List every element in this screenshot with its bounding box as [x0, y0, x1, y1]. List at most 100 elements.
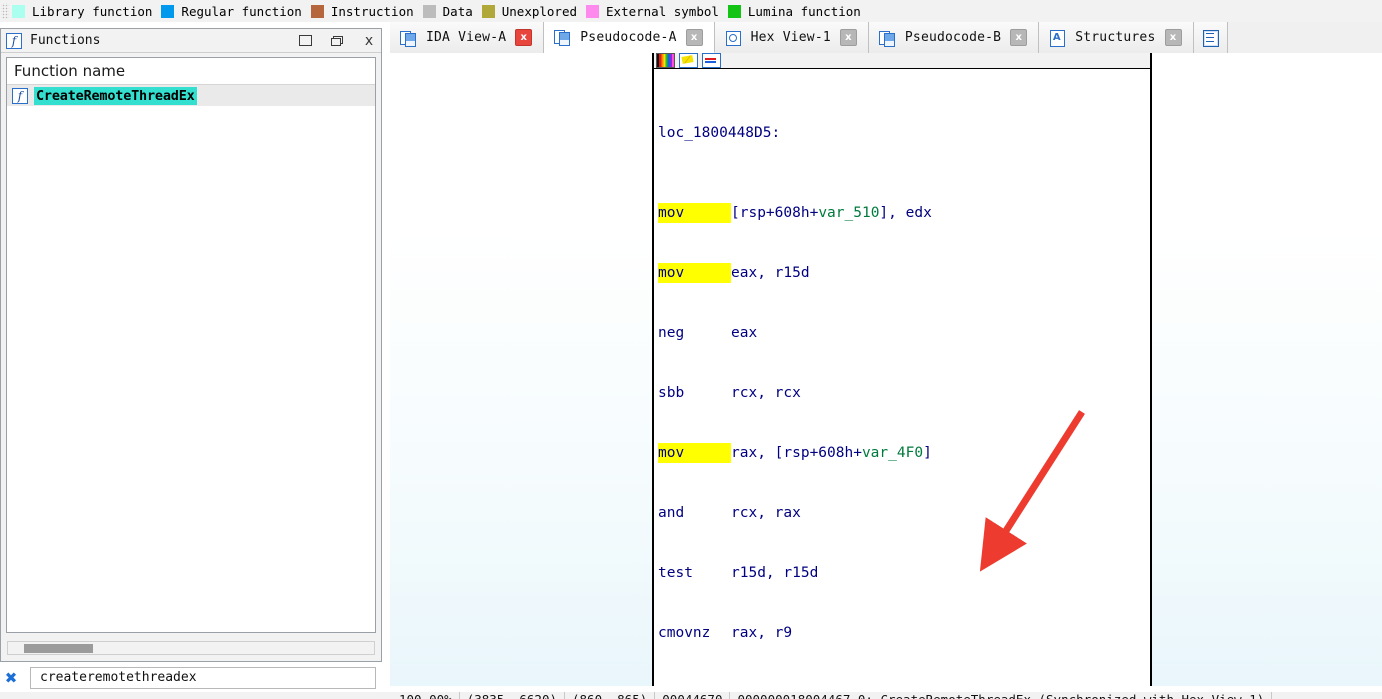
legend-item-library-function: Library function: [12, 4, 152, 19]
tab-label: IDA View-A: [426, 30, 507, 45]
status-bar: 100.00% (3835, 6620) (860, 865) 00044670…: [0, 692, 1382, 699]
legend-item-external-symbol: External symbol: [586, 4, 719, 19]
function-name-cell: CreateRemoteThreadEx: [34, 86, 197, 105]
tab-pseudocode-a[interactable]: Pseudocode-A x: [544, 22, 715, 53]
mnemonic: sbb: [658, 385, 685, 401]
legend-label: Unexplored: [501, 3, 578, 19]
code-line: mov eax, r15d: [658, 263, 1150, 283]
status-cell: 000000018004467 0: CreateRemoteThreadEx …: [730, 692, 1273, 699]
code-line: neg eax: [658, 323, 1150, 343]
code-line-label: loc_1800448D5:: [658, 123, 1150, 143]
tab-close-button[interactable]: x: [1010, 29, 1028, 46]
tab-enums-partial[interactable]: [1193, 22, 1228, 53]
mnemonic: mov: [658, 263, 731, 283]
status-cell: (3835, 6620): [460, 692, 565, 699]
legend-swatch: [12, 4, 25, 18]
disassembly-code[interactable]: loc_1800448D5: mov [rsp+608h+var_510], ed…: [654, 69, 1150, 686]
tab-structures[interactable]: Structures x: [1039, 22, 1194, 53]
functions-list[interactable]: Function name CreateRemoteThreadEx: [6, 57, 376, 633]
functions-panel-title: Functions: [30, 33, 101, 48]
document-icon: [400, 30, 417, 47]
code-line: mov [rsp+608h+var_510], edx: [658, 203, 932, 223]
mnemonic: mov: [658, 203, 731, 223]
legend-swatch: [310, 4, 324, 18]
document-icon: [554, 29, 571, 46]
mnemonic: and: [658, 505, 685, 521]
legend-swatch: [161, 4, 175, 18]
scrollbar-thumb[interactable]: [24, 644, 93, 653]
code-line: cmovnz rax, r9: [658, 623, 1150, 643]
tab-close-button[interactable]: x: [515, 29, 533, 46]
functions-list-horizontal-scrollbar[interactable]: [7, 641, 375, 655]
legend-label: Library function: [32, 3, 153, 19]
mnemonic: cmovnz: [658, 625, 711, 641]
tab-label: Hex View-1: [750, 30, 831, 45]
function-icon: [12, 87, 28, 104]
tab-ida-view-a[interactable]: IDA View-A x: [390, 22, 545, 53]
functions-panel-titlebar: Functions x: [1, 29, 381, 53]
code-line: sbb rcx, rcx: [658, 383, 1150, 403]
location-label: loc_1800448D5:: [658, 125, 781, 141]
operands: eax, r15d: [731, 265, 810, 281]
operands: rcx, rax: [731, 505, 801, 521]
legend-item-unexplored: Unexplored: [481, 3, 578, 19]
code-view-toolbar: [654, 53, 1150, 69]
tab-label: Pseudocode-A: [580, 29, 677, 45]
table-row[interactable]: CreateRemoteThreadEx: [7, 85, 375, 106]
graph-view-icon[interactable]: [702, 53, 721, 68]
tab-label: Pseudocode-B: [904, 30, 1002, 45]
operands: rax, r9: [731, 625, 793, 641]
color-bar-icon[interactable]: [656, 53, 675, 68]
toolbar-drag-handle[interactable]: [1, 3, 9, 19]
enums-icon: [1202, 29, 1219, 47]
status-cell: (860, 865): [565, 692, 656, 699]
tab-hex-view-1[interactable]: Hex View-1 x: [714, 22, 869, 53]
mnemonic: lea: [658, 683, 731, 686]
legend-swatch: [586, 4, 600, 18]
code-line: mov rax, [rsp+608h+var_4F0]: [658, 443, 932, 463]
column-header-function-name[interactable]: Function name: [7, 58, 375, 85]
close-icon[interactable]: x: [357, 31, 381, 51]
maximize-icon[interactable]: [293, 31, 317, 51]
code-line: and rcx, rax: [658, 503, 1150, 523]
structures-icon: [1049, 29, 1066, 47]
hex-view-icon: [725, 30, 742, 46]
restore-icon[interactable]: [325, 31, 349, 51]
tab-close-button[interactable]: x: [1164, 29, 1182, 46]
legend-swatch: [727, 4, 741, 18]
document-icon: [878, 30, 896, 47]
code-line: test r15d, r15d: [658, 563, 1150, 583]
tab-close-button[interactable]: x: [839, 29, 857, 46]
status-cell: 00044670: [655, 692, 731, 699]
legend-item-regular-function: Regular function: [161, 3, 302, 19]
edit-pencil-icon[interactable]: [679, 53, 698, 68]
tab-pseudocode-b[interactable]: Pseudocode-B x: [868, 22, 1040, 53]
status-cell: 100.00%: [392, 692, 460, 699]
tab-close-button[interactable]: x: [685, 28, 703, 46]
functions-filter-bar: ✖ createremotethreadex: [0, 663, 382, 692]
legend-label: External symbol: [606, 3, 719, 19]
operands: r15d, r15d: [731, 565, 819, 581]
color-legend-bar: Library function Regular function Instru…: [0, 0, 1382, 22]
pseudocode-a-pane: loc_1800448D5: mov [rsp+608h+var_510], ed…: [390, 53, 1382, 686]
legend-item-instruction: Instruction: [310, 3, 414, 19]
filter-input[interactable]: createremotethreadex: [30, 666, 376, 689]
code-line: lear8, [rsp+608h+var_428]: [658, 683, 1150, 686]
operands: eax: [731, 325, 758, 341]
legend-label: Instruction: [330, 3, 414, 19]
legend-label: Data: [442, 3, 473, 19]
disassembly-window[interactable]: loc_1800448D5: mov [rsp+608h+var_510], ed…: [652, 53, 1152, 686]
functions-panel: Functions x Function name CreateRemoteTh…: [0, 28, 382, 662]
legend-swatch: [481, 4, 495, 18]
clear-filter-icon[interactable]: ✖: [0, 669, 22, 687]
legend-item-lumina-function: Lumina function: [727, 3, 861, 19]
operands: rcx, rcx: [731, 385, 801, 401]
mnemonic: test: [658, 565, 693, 581]
legend-swatch: [422, 4, 436, 18]
mnemonic: mov: [658, 443, 731, 463]
mnemonic: neg: [658, 325, 685, 341]
tab-label: Structures: [1075, 30, 1156, 45]
legend-label: Lumina function: [747, 3, 861, 19]
legend-label: Regular function: [181, 3, 302, 19]
function-icon: [6, 32, 22, 49]
